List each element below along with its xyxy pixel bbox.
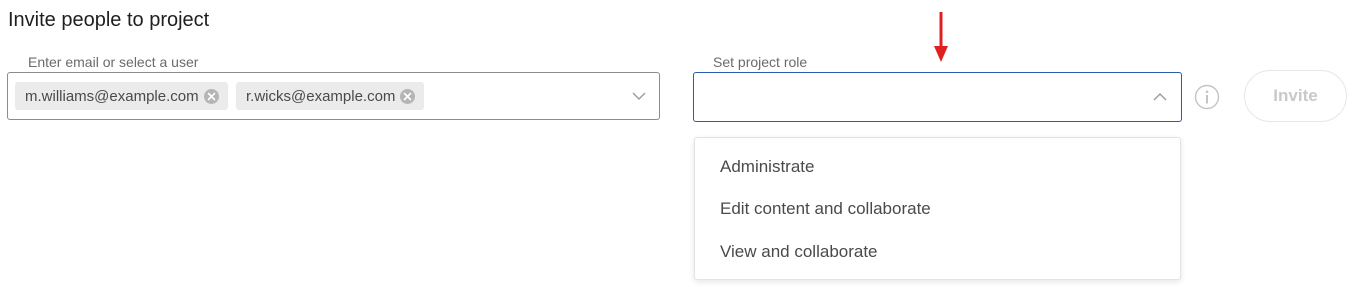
remove-chip-icon[interactable] (400, 88, 416, 104)
role-dropdown-menu: Administrate Edit content and collaborat… (694, 137, 1181, 280)
remove-chip-icon[interactable] (203, 88, 219, 104)
user-chip-email: m.williams@example.com (25, 87, 199, 105)
invite-dialog: Invite people to project Enter email or … (0, 0, 1355, 287)
user-chip: m.williams@example.com (15, 82, 228, 110)
invite-button[interactable]: Invite (1244, 70, 1347, 122)
role-option-view[interactable]: View and collaborate (720, 242, 878, 262)
info-icon[interactable] (1194, 84, 1220, 110)
chevron-up-icon[interactable] (1152, 91, 1168, 103)
role-option-administrate[interactable]: Administrate (720, 157, 814, 177)
role-option-edit-content[interactable]: Edit content and collaborate (720, 199, 931, 219)
users-select-field[interactable]: m.williams@example.com r.wicks@example.c… (7, 72, 660, 120)
user-chip: r.wicks@example.com (236, 82, 424, 110)
arrow-down-icon (934, 12, 948, 62)
role-select-field[interactable] (693, 72, 1182, 122)
chevron-down-icon[interactable] (631, 90, 647, 102)
page-title: Invite people to project (8, 9, 210, 31)
user-chip-email: r.wicks@example.com (246, 87, 396, 105)
users-field-label: Enter email or select a user (28, 54, 199, 70)
role-field-label: Set project role (713, 54, 808, 70)
